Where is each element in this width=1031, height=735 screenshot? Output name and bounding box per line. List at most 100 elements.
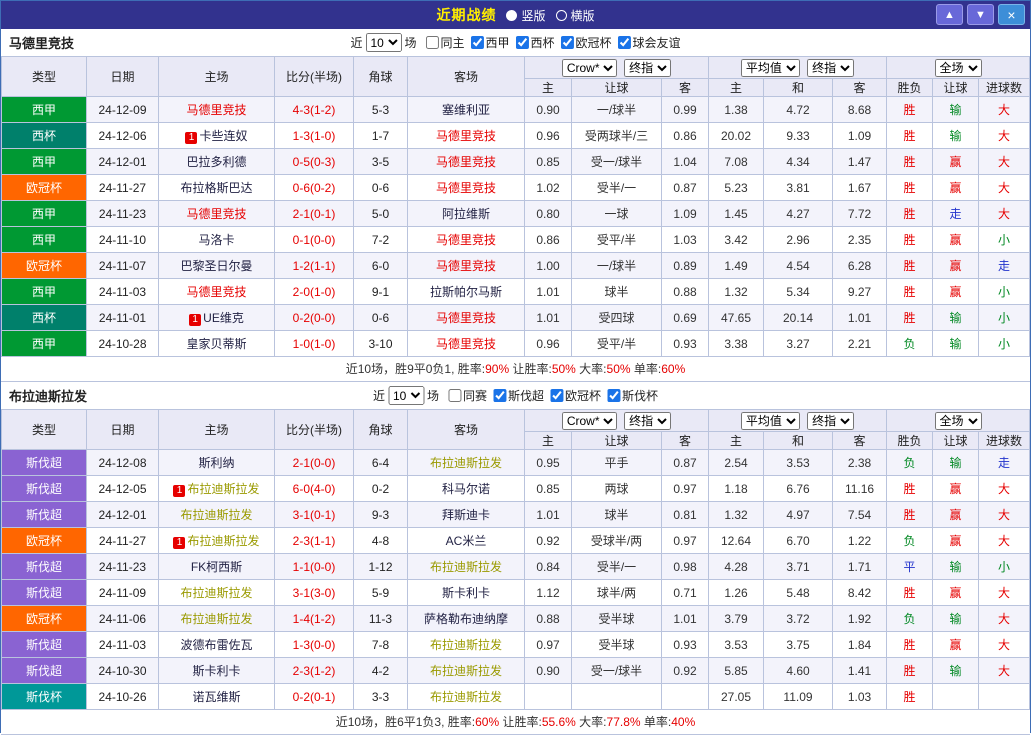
team-name-link[interactable]: AC米兰 bbox=[446, 534, 487, 548]
team-name-link[interactable]: 巴拉多利德 bbox=[186, 155, 246, 169]
average-select[interactable]: 平均值 bbox=[741, 412, 800, 430]
team-name-link[interactable]: 布拉迪斯拉发 bbox=[430, 638, 502, 652]
filter-checkbox[interactable]: 欧冠杯 bbox=[561, 34, 612, 51]
filter-checkbox[interactable]: 西杯 bbox=[516, 34, 555, 51]
checkbox-input[interactable] bbox=[607, 389, 620, 402]
filter-checkbox[interactable]: 斯伐杯 bbox=[607, 387, 658, 404]
filter-checkbox[interactable]: 同主 bbox=[425, 34, 464, 51]
team-name-link[interactable]: 阿拉维斯 bbox=[442, 207, 490, 221]
layout-radio-vertical[interactable]: 竖版 bbox=[506, 7, 545, 24]
team-name-link[interactable]: 马德里竞技 bbox=[186, 207, 246, 221]
checkbox-input[interactable] bbox=[618, 36, 631, 49]
team-name-link[interactable]: 马德里竞技 bbox=[436, 311, 496, 325]
result-outcome: 胜 bbox=[887, 684, 933, 710]
cell-avg-away: 1.84 bbox=[833, 632, 887, 658]
team-name-link[interactable]: 拜斯迪卡 bbox=[442, 508, 490, 522]
team-name-link[interactable]: 马德里竞技 bbox=[436, 181, 496, 195]
team-name-link[interactable]: 布拉迪斯拉发 bbox=[180, 586, 252, 600]
team-name-link[interactable]: 布拉格斯巴达 bbox=[180, 181, 252, 195]
scope-select[interactable]: 全场 bbox=[935, 59, 982, 77]
team-name-link[interactable]: 马德里竞技 bbox=[436, 129, 496, 143]
away-team-cell: AC米兰 bbox=[408, 528, 525, 554]
team-name-link[interactable]: 马德里竞技 bbox=[436, 337, 496, 351]
team-name-link[interactable]: 皇家贝蒂斯 bbox=[186, 337, 246, 351]
checkbox-input[interactable] bbox=[561, 36, 574, 49]
cell-odds-away: 0.87 bbox=[662, 450, 709, 476]
cell-avg-away: 8.68 bbox=[833, 97, 887, 123]
avg-stage-select[interactable]: 终指 bbox=[807, 412, 854, 430]
league-badge: 西甲 bbox=[2, 331, 87, 357]
checkbox-input[interactable] bbox=[550, 389, 563, 402]
team-name-link[interactable]: 布拉迪斯拉发 bbox=[187, 482, 259, 496]
cell-odds-home: 0.92 bbox=[525, 528, 572, 554]
match-count-select[interactable]: 10 bbox=[388, 386, 424, 405]
summary-segment: 90% bbox=[485, 362, 509, 376]
team-name-link[interactable]: 布拉迪斯拉发 bbox=[430, 664, 502, 678]
team-name-link[interactable]: UE维克 bbox=[203, 311, 244, 325]
scope-select[interactable]: 全场 bbox=[935, 412, 982, 430]
home-team-cell: 1卡些连奴 bbox=[159, 123, 275, 149]
team-name-link[interactable]: 马德里竞技 bbox=[436, 155, 496, 169]
filter-near-label: 近 bbox=[373, 387, 385, 404]
team-name-link[interactable]: 斯利纳 bbox=[198, 456, 234, 470]
layout-radio-horizontal[interactable]: 横版 bbox=[556, 7, 595, 24]
team-name-link[interactable]: 马洛卡 bbox=[198, 233, 234, 247]
checkbox-input[interactable] bbox=[516, 36, 529, 49]
corners: 9-1 bbox=[354, 279, 408, 305]
team-name-link[interactable]: 布拉迪斯拉发 bbox=[187, 534, 259, 548]
match-count-select[interactable]: 10 bbox=[365, 33, 401, 52]
corners: 6-0 bbox=[354, 253, 408, 279]
cell-avg-draw: 3.72 bbox=[764, 606, 833, 632]
filter-checkbox[interactable]: 欧冠杯 bbox=[550, 387, 601, 404]
team-name-link[interactable]: 斯卡利卡 bbox=[192, 664, 240, 678]
team-name-link[interactable]: 塞维利亚 bbox=[442, 103, 490, 117]
team-name-link[interactable]: 马德里竞技 bbox=[436, 259, 496, 273]
move-up-button[interactable]: ▲ bbox=[936, 4, 963, 25]
team-name-link[interactable]: 卡些连奴 bbox=[199, 129, 247, 143]
close-button[interactable]: × bbox=[998, 4, 1025, 25]
away-team-cell: 萨格勒布迪纳摩 bbox=[408, 606, 525, 632]
odds-stage-select[interactable]: 终指 bbox=[624, 412, 671, 430]
filter-checkbox[interactable]: 西甲 bbox=[470, 34, 509, 51]
team-name-link[interactable]: 波德布雷佐瓦 bbox=[180, 638, 252, 652]
checkbox-input[interactable] bbox=[448, 389, 461, 402]
team-name-link[interactable]: 拉斯帕尔马斯 bbox=[430, 285, 502, 299]
corners: 0-6 bbox=[354, 175, 408, 201]
move-down-button[interactable]: ▼ bbox=[967, 4, 994, 25]
filter-checkbox[interactable]: 同赛 bbox=[448, 387, 487, 404]
team-name-link[interactable]: 布拉迪斯拉发 bbox=[430, 690, 502, 704]
col-header-odds-away: 客 bbox=[662, 79, 709, 97]
team-name-link[interactable]: 萨格勒布迪纳摩 bbox=[424, 612, 508, 626]
bookmaker-select[interactable]: Crow* bbox=[562, 412, 617, 430]
home-team-cell: 斯卡利卡 bbox=[159, 658, 275, 684]
team-name-link[interactable]: 马德里竞技 bbox=[186, 103, 246, 117]
team-name-link[interactable]: 布拉迪斯拉发 bbox=[180, 508, 252, 522]
average-select[interactable]: 平均值 bbox=[741, 59, 800, 77]
team-name-link[interactable]: 马德里竞技 bbox=[436, 233, 496, 247]
cell-avg-draw: 2.96 bbox=[764, 227, 833, 253]
summary-segment: 50% bbox=[607, 362, 631, 376]
filter-checkbox[interactable]: 斯伐超 bbox=[493, 387, 544, 404]
checkbox-input[interactable] bbox=[425, 36, 438, 49]
filter-checkbox[interactable]: 球会友谊 bbox=[618, 34, 681, 51]
checkbox-input[interactable] bbox=[470, 36, 483, 49]
team-name-link[interactable]: 布拉迪斯拉发 bbox=[180, 612, 252, 626]
team-name-link[interactable]: 诺瓦维斯 bbox=[192, 690, 240, 704]
result-handicap: 输 bbox=[933, 305, 979, 331]
cell-avg-home: 5.23 bbox=[709, 175, 764, 201]
team-name-link[interactable]: 斯卡利卡 bbox=[442, 586, 490, 600]
bookmaker-select[interactable]: Crow* bbox=[562, 59, 617, 77]
col-header-avg-away: 客 bbox=[833, 79, 887, 97]
team-name-link[interactable]: 马德里竞技 bbox=[186, 285, 246, 299]
team-name-link[interactable]: 巴黎圣日尔曼 bbox=[180, 259, 252, 273]
result-outcome: 胜 bbox=[887, 632, 933, 658]
summary-segment: 让胜率: bbox=[499, 715, 542, 729]
team-name-link[interactable]: FK柯西斯 bbox=[191, 560, 242, 574]
team-name-link[interactable]: 科马尔诺 bbox=[442, 482, 490, 496]
team-name-link[interactable]: 布拉迪斯拉发 bbox=[430, 560, 502, 574]
checkbox-input[interactable] bbox=[493, 389, 506, 402]
odds-stage-select[interactable]: 终指 bbox=[624, 59, 671, 77]
team-name-link[interactable]: 布拉迪斯拉发 bbox=[430, 456, 502, 470]
radio-selected-icon bbox=[506, 10, 517, 21]
avg-stage-select[interactable]: 终指 bbox=[807, 59, 854, 77]
